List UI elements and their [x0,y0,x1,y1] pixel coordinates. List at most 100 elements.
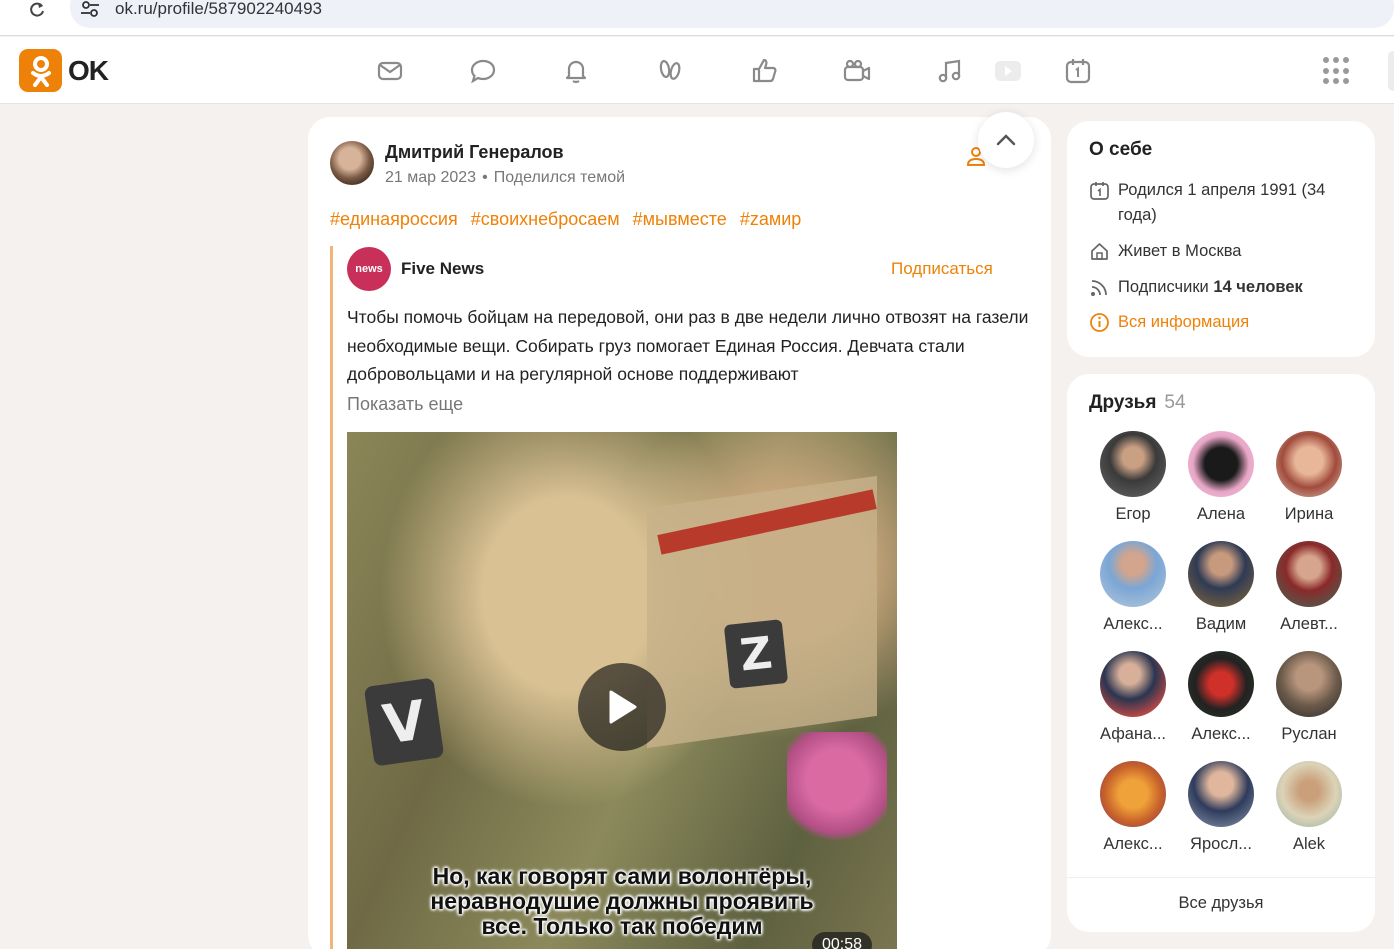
friend-name[interactable]: Вадим [1177,615,1265,634]
friend-avatar[interactable] [1100,651,1166,717]
video-subtitle: Но, как говорят сами волонтёры, неравнод… [347,864,897,939]
friend-avatar[interactable] [1188,431,1254,497]
ok-logo[interactable]: OK [19,49,109,92]
calendar-icon [1090,182,1109,200]
chat-icon[interactable] [466,54,500,88]
video-player[interactable]: V Z Но, как говорят сами волонтёры, нера… [347,432,897,949]
author-avatar[interactable] [330,141,374,185]
friend-item[interactable]: Alek [1265,761,1353,854]
hashtag-link[interactable]: #своихнебросаем [471,209,620,229]
show-more-link[interactable]: Показать еще [347,394,463,415]
friend-avatar[interactable] [1100,761,1166,827]
subscribe-button[interactable]: Подписаться [891,259,993,279]
logo-text: OK [68,54,109,86]
url-text[interactable]: ok.ru/profile/587902240493 [115,0,322,19]
friend-item[interactable]: Афана... [1089,651,1177,744]
friend-avatar[interactable] [1188,541,1254,607]
subtitle-line: Но, как говорят сами волонтёры, [432,863,812,889]
friend-name[interactable]: Алевт... [1265,615,1353,634]
subscribers-value[interactable]: 14 человек [1213,278,1302,296]
post-date[interactable]: 21 мар 2023 [385,169,476,186]
reload-icon[interactable] [26,0,48,20]
friend-name[interactable]: Афана... [1089,725,1177,744]
divider [1067,877,1375,878]
friend-name[interactable]: Ирина [1265,505,1353,524]
site-settings-icon[interactable] [80,0,100,18]
friend-name[interactable]: Алекс... [1089,835,1177,854]
friend-avatar[interactable] [1276,651,1342,717]
friend-item[interactable]: Алевт... [1265,541,1353,634]
feed-post: Дмитрий Генералов 21 мар 2023 • Поделился … [308,112,1051,949]
friends-title-text: Друзья [1089,392,1157,413]
friend-avatar[interactable] [1276,541,1342,607]
group-avatar[interactable]: news [347,247,391,291]
play-button[interactable] [578,663,666,751]
video-patch-z: Z [723,619,789,689]
friend-avatar[interactable] [1276,431,1342,497]
play-icon[interactable] [990,54,1024,88]
birthday-row: Родился 1 апреля 1991 (34 года) [1089,178,1359,228]
post-hashtags: #единаяроссия #своихнебросаем #мывместе … [330,209,807,230]
guests-icon[interactable] [653,54,687,88]
author-name[interactable]: Дмитрий Генералов [385,142,564,163]
subscribers-row[interactable]: Подписчики 14 человек [1089,275,1359,300]
friend-name[interactable]: Alek [1265,835,1353,854]
about-title: О себе [1089,139,1153,160]
friend-item[interactable]: Алена [1177,431,1265,524]
friend-avatar[interactable] [1276,761,1342,827]
friend-item[interactable]: Алекс... [1177,651,1265,744]
post-text: Чтобы помочь бойцам на передовой, они ра… [347,307,1029,384]
friends-count: 54 [1164,392,1186,413]
friend-name[interactable]: Егор [1089,505,1177,524]
apps-grid-icon[interactable] [1323,57,1351,85]
ok-logo-icon [19,49,62,92]
friend-name[interactable]: Руслан [1265,725,1353,744]
friend-avatar[interactable] [1188,761,1254,827]
friend-item[interactable]: Вадим [1177,541,1265,634]
rss-icon [1091,280,1107,296]
hashtag-link[interactable]: #единаяроссия [330,209,458,229]
scroll-to-top-button[interactable] [978,112,1034,168]
friend-name[interactable]: Алена [1177,505,1265,524]
friend-avatar[interactable] [1188,651,1254,717]
friend-name[interactable]: Алекс... [1177,725,1265,744]
friend-item[interactable]: Руслан [1265,651,1353,744]
mail-icon[interactable] [373,54,407,88]
friend-item[interactable]: Яросл... [1177,761,1265,854]
friend-name[interactable]: Яросл... [1177,835,1265,854]
friend-name[interactable]: Алекс... [1089,615,1177,634]
all-info-link[interactable]: Вся информация [1089,310,1359,335]
video-frame-object [787,732,887,852]
friend-item[interactable]: Алекс... [1089,761,1177,854]
music-icon[interactable] [933,54,967,88]
likes-icon[interactable] [747,54,781,88]
reposted-content: news Five News Подписаться Чтобы помочь … [330,246,1030,949]
browser-address-bar: ok.ru/profile/587902240493 [0,0,1394,36]
video-duration: 00:58 [812,932,873,949]
friends-card: Друзья 54 Егор Алена Ирина Алекс... Вадим… [1067,374,1375,932]
city-row: Живет в Москва [1089,239,1359,264]
group-avatar-text: news [355,263,383,275]
calendar-icon[interactable] [1061,54,1095,88]
post-action: Поделился темой [493,169,626,186]
hashtag-link[interactable]: #мывместе [633,209,727,229]
friend-avatar[interactable] [1100,541,1166,607]
group-name[interactable]: Five News [401,259,484,279]
bell-icon[interactable] [559,54,593,88]
video-camera-icon[interactable] [840,54,874,88]
user-menu-edge[interactable] [1388,51,1394,91]
city-text: Живет в Москва [1118,242,1242,260]
friends-title[interactable]: Друзья 54 [1089,392,1186,414]
hashtag-link[interactable]: #zамир [740,209,801,229]
friend-item[interactable]: Алекс... [1089,541,1177,634]
all-friends-link[interactable]: Все друзья [1067,894,1375,913]
subscribers-label: Подписчики [1118,278,1209,296]
subtitle-line: неравнодушие должны проявить [430,888,814,914]
chevron-up-icon [996,134,1016,146]
friend-item[interactable]: Егор [1089,431,1177,524]
play-icon [609,690,637,724]
friend-item[interactable]: Ирина [1265,431,1353,524]
info-icon [1090,313,1109,332]
friend-avatar[interactable] [1100,431,1166,497]
all-info-text[interactable]: Вся информация [1118,310,1249,335]
